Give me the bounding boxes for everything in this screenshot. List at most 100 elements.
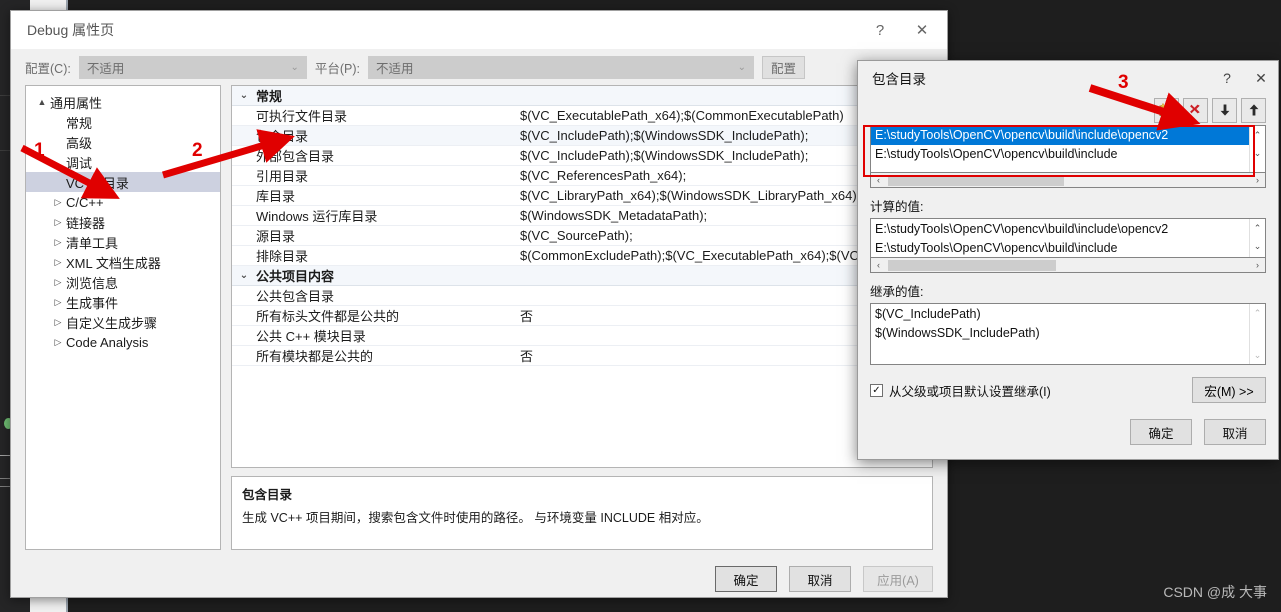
configuration-label: 配置(C): [25, 61, 71, 76]
computed-values-label: 计算的值: [870, 200, 924, 214]
scroll-left-icon[interactable]: ‹ [871, 260, 886, 270]
property-row[interactable]: 所有标头文件都是公共的否 [232, 306, 932, 326]
tree-item[interactable]: ▷ 清单工具 [26, 232, 220, 252]
tree-item-label: C/C++ [66, 194, 104, 210]
tree-item[interactable]: ▲ 通用属性 [26, 92, 220, 112]
expander-icon[interactable]: ▷ [50, 257, 66, 268]
modal-title: 包含目录 [872, 72, 926, 87]
move-down-icon[interactable] [1212, 97, 1237, 123]
list-item[interactable]: E:\studyTools\OpenCV\opencv\build\includ… [871, 145, 1249, 164]
move-up-icon[interactable] [1241, 97, 1266, 123]
hscroll-thumb[interactable] [888, 259, 1056, 271]
include-directories-dialog: 包含目录 ? ✕ E:\studyTools\OpenCV\opencv\bui… [857, 60, 1279, 460]
property-grid-pane: ⌄ 常规 可执行文件目录 $(VC_ExecutablePath_x64);$(Com… [231, 85, 933, 550]
computed-values-box: E:\studyTools\OpenCV\opencv\build\includ… [870, 218, 1266, 258]
configuration-manager-button[interactable]: 配置 [761, 55, 805, 79]
directories-listbox[interactable]: E:\studyTools\OpenCV\opencv\build\includ… [870, 125, 1266, 173]
list-vertical-scrollbar[interactable]: ⌃ ⌄ [1249, 126, 1265, 172]
list-item[interactable]: E:\studyTools\OpenCV\opencv\build\includ… [871, 126, 1249, 145]
delete-icon[interactable] [1183, 97, 1208, 123]
inherit-checkbox-row[interactable]: ✓ 从父级或项目默认设置继承(I) 宏(M) >> [870, 377, 1266, 403]
property-row[interactable]: 包含目录 $(VC_IncludePath);$(WindowsSDK_Inclu… [232, 126, 932, 146]
ok-button[interactable]: 确定 [715, 566, 777, 592]
property-name: 源目录 [256, 229, 296, 244]
tree-item-label: XML 文档生成器 [66, 255, 161, 271]
scroll-right-icon[interactable]: › [1250, 260, 1265, 270]
property-row[interactable]: 引用目录 $(VC_ReferencesPath_x64); [232, 166, 932, 186]
property-name: 公共 C++ 模块目录 [256, 329, 366, 344]
scroll-up-icon[interactable]: ⌃ [1250, 126, 1265, 144]
chevron-down-icon: ⌄ [290, 61, 299, 73]
chevron-down-icon: ⌄ [737, 61, 746, 73]
property-grid[interactable]: ⌄ 常规 可执行文件目录 $(VC_ExecutablePath_x64);$(Com… [231, 85, 933, 468]
property-row[interactable]: Windows 运行库目录 $(WindowsSDK_MetadataPath); [232, 206, 932, 226]
configuration-select[interactable]: 不适用 ⌄ [78, 55, 307, 79]
property-group-header[interactable]: ⌄ 常规 [232, 86, 932, 106]
hscroll-thumb[interactable] [888, 174, 1064, 186]
cancel-button[interactable]: 取消 [789, 566, 851, 592]
expander-icon[interactable]: ▷ [50, 197, 66, 208]
tree-item[interactable]: 高级 [26, 132, 220, 152]
scroll-down-icon: ⌄ [1253, 349, 1262, 360]
scroll-up-icon[interactable]: ⌃ [1250, 219, 1265, 237]
tree-item[interactable]: ▷ 链接器 [26, 212, 220, 232]
property-row[interactable]: 可执行文件目录 $(VC_ExecutablePath_x64);$(Common… [232, 106, 932, 126]
tree-item-label: 浏览信息 [66, 275, 119, 291]
expander-icon[interactable]: ▷ [50, 337, 66, 348]
property-row[interactable]: 所有模块都是公共的否 [232, 346, 932, 366]
expander-icon[interactable]: ▷ [50, 237, 66, 248]
tree-item[interactable]: 调试 [26, 152, 220, 172]
property-row[interactable]: 库目录 $(VC_LibraryPath_x64);$(WindowsSDK_Li… [232, 186, 932, 206]
property-row[interactable]: 源目录 $(VC_SourcePath); [232, 226, 932, 246]
macros-button[interactable]: 宏(M) >> [1192, 377, 1266, 403]
tree-item[interactable]: ▷ Code Analysis [26, 332, 220, 352]
new-folder-glyph [1159, 103, 1174, 116]
modal-close-icon[interactable]: ✕ [1244, 63, 1278, 93]
help-icon[interactable]: ? [859, 12, 901, 48]
chevron-down-icon[interactable]: ⌄ [232, 270, 256, 281]
platform-select[interactable]: 不适用 ⌄ [367, 55, 754, 79]
property-row[interactable]: 公共 C++ 模块目录 [232, 326, 932, 346]
computed-vertical-scrollbar[interactable]: ⌃ ⌄ [1249, 219, 1265, 257]
computed-horizontal-scrollbar[interactable]: ‹ › [870, 258, 1266, 273]
tree-item-label: 链接器 [66, 215, 106, 231]
modal-ok-button[interactable]: 确定 [1130, 419, 1192, 445]
expander-icon[interactable]: ▷ [50, 297, 66, 308]
scroll-down-icon[interactable]: ⌄ [1250, 237, 1265, 255]
tree-item[interactable]: 常规 [26, 112, 220, 132]
watermark: CSDN @成 大事 [1163, 584, 1267, 600]
new-folder-icon[interactable] [1154, 97, 1179, 123]
tree-item[interactable]: ▷ 生成事件 [26, 292, 220, 312]
tree-item[interactable]: ▷ XML 文档生成器 [26, 252, 220, 272]
expander-icon[interactable]: ▷ [50, 217, 66, 228]
modal-help-icon[interactable]: ? [1210, 63, 1244, 93]
expander-icon[interactable]: ▲ [34, 97, 50, 107]
scroll-right-icon[interactable]: › [1250, 175, 1265, 185]
arrow-up-glyph [1249, 104, 1258, 116]
property-name: 所有模块都是公共的 [256, 349, 374, 364]
inherited-values-label: 继承的值: [870, 285, 924, 299]
tree-item[interactable]: ▷ 自定义生成步骤 [26, 312, 220, 332]
scroll-left-icon[interactable]: ‹ [871, 175, 886, 185]
directories-list-items[interactable]: E:\studyTools\OpenCV\opencv\build\includ… [871, 126, 1249, 172]
expander-icon[interactable]: ▷ [50, 277, 66, 288]
expander-icon[interactable]: ▷ [50, 317, 66, 328]
platform-value: 不适用 [375, 61, 414, 76]
inherit-checkbox[interactable]: ✓ [870, 383, 883, 397]
property-row[interactable]: 外部包含目录 $(VC_IncludePath);$(WindowsSDK_Inc… [232, 146, 932, 166]
property-group-header[interactable]: ⌄ 公共项目内容 [232, 266, 932, 286]
tree-item[interactable]: ▷ 浏览信息 [26, 272, 220, 292]
property-name: 排除目录 [256, 249, 309, 264]
tree-item[interactable]: ▷ C/C++ [26, 192, 220, 212]
property-name: 公共包含目录 [256, 289, 335, 304]
tree-item[interactable]: VC++ 目录 [26, 172, 220, 192]
tree-item-label: 清单工具 [66, 235, 119, 251]
inherited-vertical-scrollbar[interactable]: ⌃ ⌄ [1249, 304, 1265, 364]
list-horizontal-scrollbar[interactable]: ‹ › [870, 173, 1266, 188]
chevron-down-icon[interactable]: ⌄ [232, 90, 256, 101]
close-icon[interactable]: ✕ [901, 12, 943, 48]
scroll-down-icon[interactable]: ⌄ [1250, 144, 1265, 162]
property-row[interactable]: 公共包含目录 [232, 286, 932, 306]
modal-cancel-button[interactable]: 取消 [1204, 419, 1266, 445]
property-row[interactable]: 排除目录 $(CommonExcludePath);$(VC_Executable… [232, 246, 932, 266]
